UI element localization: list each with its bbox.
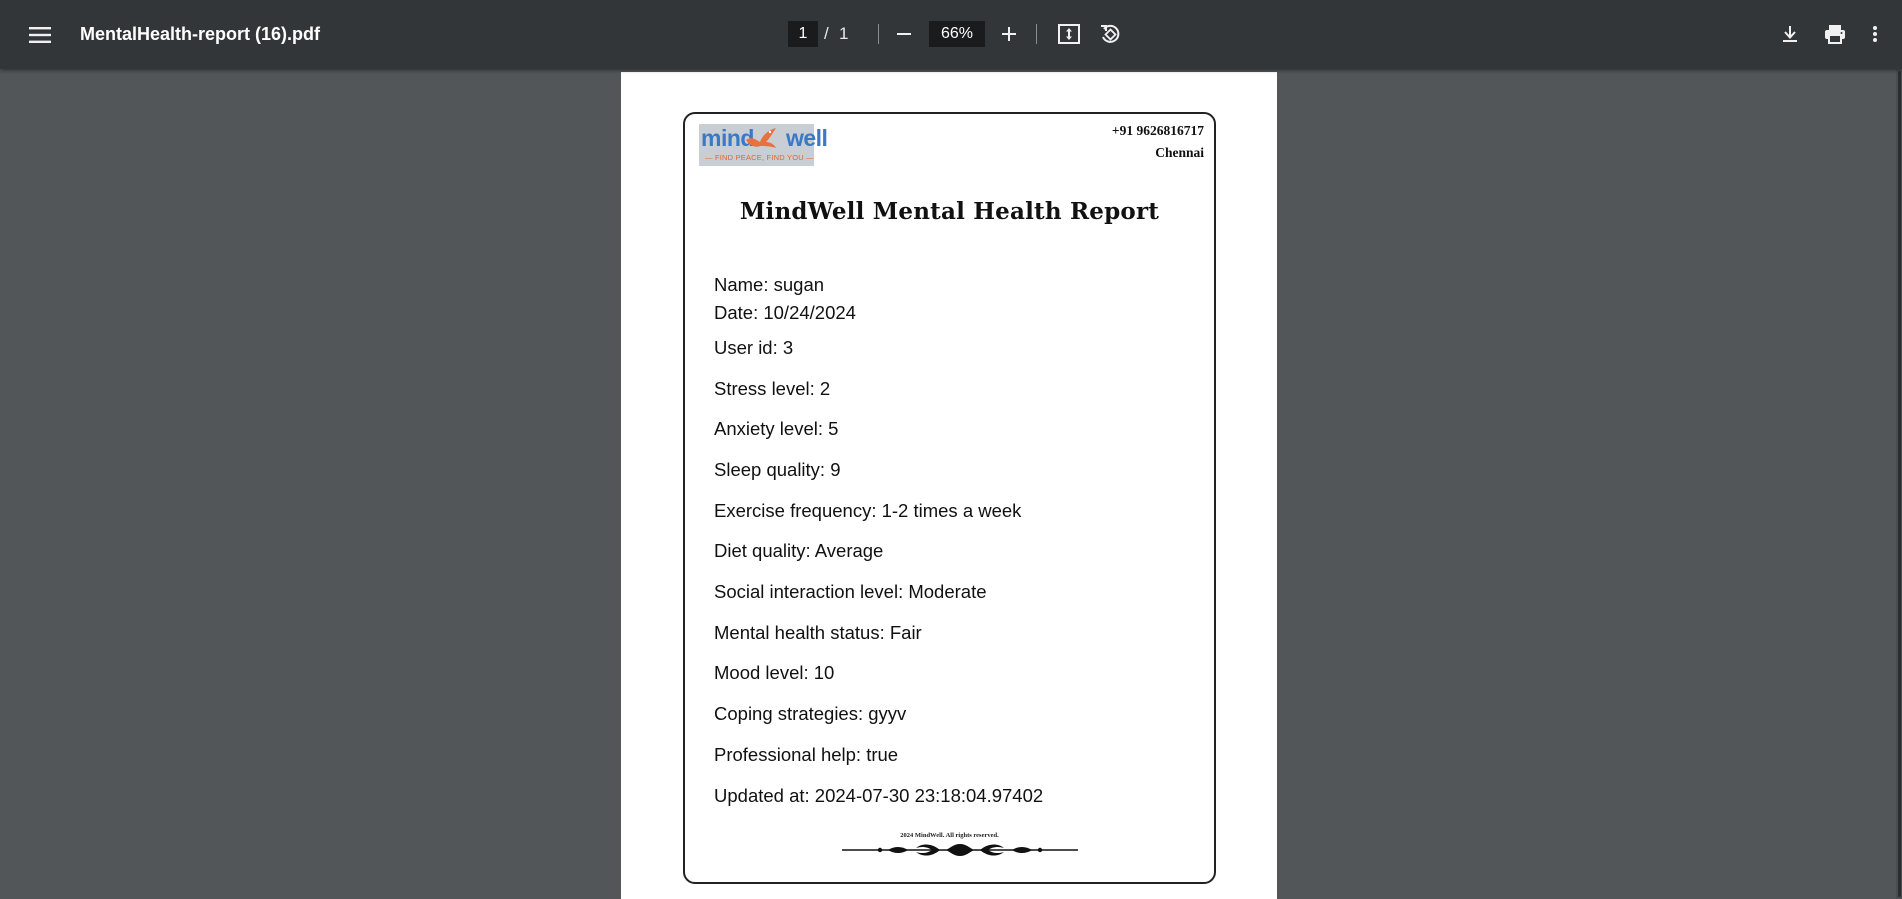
page-number-input[interactable]: 1 xyxy=(788,21,818,47)
field-professional-help: Professional help: true xyxy=(714,744,899,765)
ornament-divider-icon xyxy=(842,844,1078,856)
field-diet-quality: Diet quality: Average xyxy=(714,540,884,561)
logo-tagline: — FIND PEACE, FIND YOU — xyxy=(705,153,814,162)
vertical-scrollbar[interactable] xyxy=(1896,69,1902,899)
pdf-toolbar: MentalHealth-report (16).pdf 1 / 1 66% xyxy=(0,0,1902,69)
download-icon[interactable] xyxy=(1777,21,1803,47)
toolbar-divider xyxy=(1036,24,1037,44)
field-sleep-quality: Sleep quality: 9 xyxy=(714,459,841,480)
page-separator: / xyxy=(824,24,829,43)
pdf-viewer[interactable]: mind well — FIND PEACE, FIND YOU — +91 96… xyxy=(0,69,1902,899)
pdf-page: mind well — FIND PEACE, FIND YOU — +91 96… xyxy=(621,72,1277,899)
logo-text-well: well xyxy=(785,125,828,151)
bird-icon xyxy=(746,128,776,148)
zoom-out-icon[interactable] xyxy=(892,22,916,46)
field-updated-at: Updated at: 2024-07-30 23:18:04.97402 xyxy=(714,785,1044,806)
report-frame: mind well — FIND PEACE, FIND YOU — +91 96… xyxy=(683,112,1216,884)
mindwell-logo: mind well — FIND PEACE, FIND YOU — xyxy=(699,124,828,166)
copyright-note: 2024 MindWell. All rights reserved. xyxy=(900,832,999,839)
field-coping-strategies: Coping strategies: gyyv xyxy=(714,703,907,724)
city: Chennai xyxy=(1155,145,1204,160)
phone-number: +91 9626816717 xyxy=(1111,123,1204,138)
total-pages: 1 xyxy=(839,24,849,43)
field-user-id: User id: 3 xyxy=(714,337,794,358)
scrollbar-thumb[interactable] xyxy=(1898,71,1901,897)
field-stress-level: Stress level: 2 xyxy=(714,378,831,399)
zoom-level-input[interactable]: 66% xyxy=(929,21,985,47)
report-title: MindWell Mental Health Report xyxy=(739,198,1160,225)
field-date: Date: 10/24/2024 xyxy=(714,302,856,323)
fit-page-icon[interactable] xyxy=(1056,21,1082,47)
toolbar-divider xyxy=(878,24,879,44)
zoom-in-icon[interactable] xyxy=(997,22,1021,46)
contact-info: +91 9626816717 Chennai xyxy=(1112,120,1204,164)
rotate-icon[interactable] xyxy=(1097,21,1123,47)
field-mood-level: Mood level: 10 xyxy=(714,662,835,683)
field-exercise-frequency: Exercise frequency: 1-2 times a week xyxy=(714,500,1022,521)
field-social-interaction: Social interaction level: Moderate xyxy=(714,581,987,602)
field-anxiety-level: Anxiety level: 5 xyxy=(714,418,839,439)
more-options-icon[interactable] xyxy=(1866,21,1884,47)
document-title: MentalHealth-report (16).pdf xyxy=(80,24,321,44)
menu-icon[interactable] xyxy=(22,19,58,51)
field-name: Name: sugan xyxy=(714,274,825,295)
print-icon[interactable] xyxy=(1821,21,1849,47)
field-mental-health-status: Mental health status: Fair xyxy=(714,622,922,643)
